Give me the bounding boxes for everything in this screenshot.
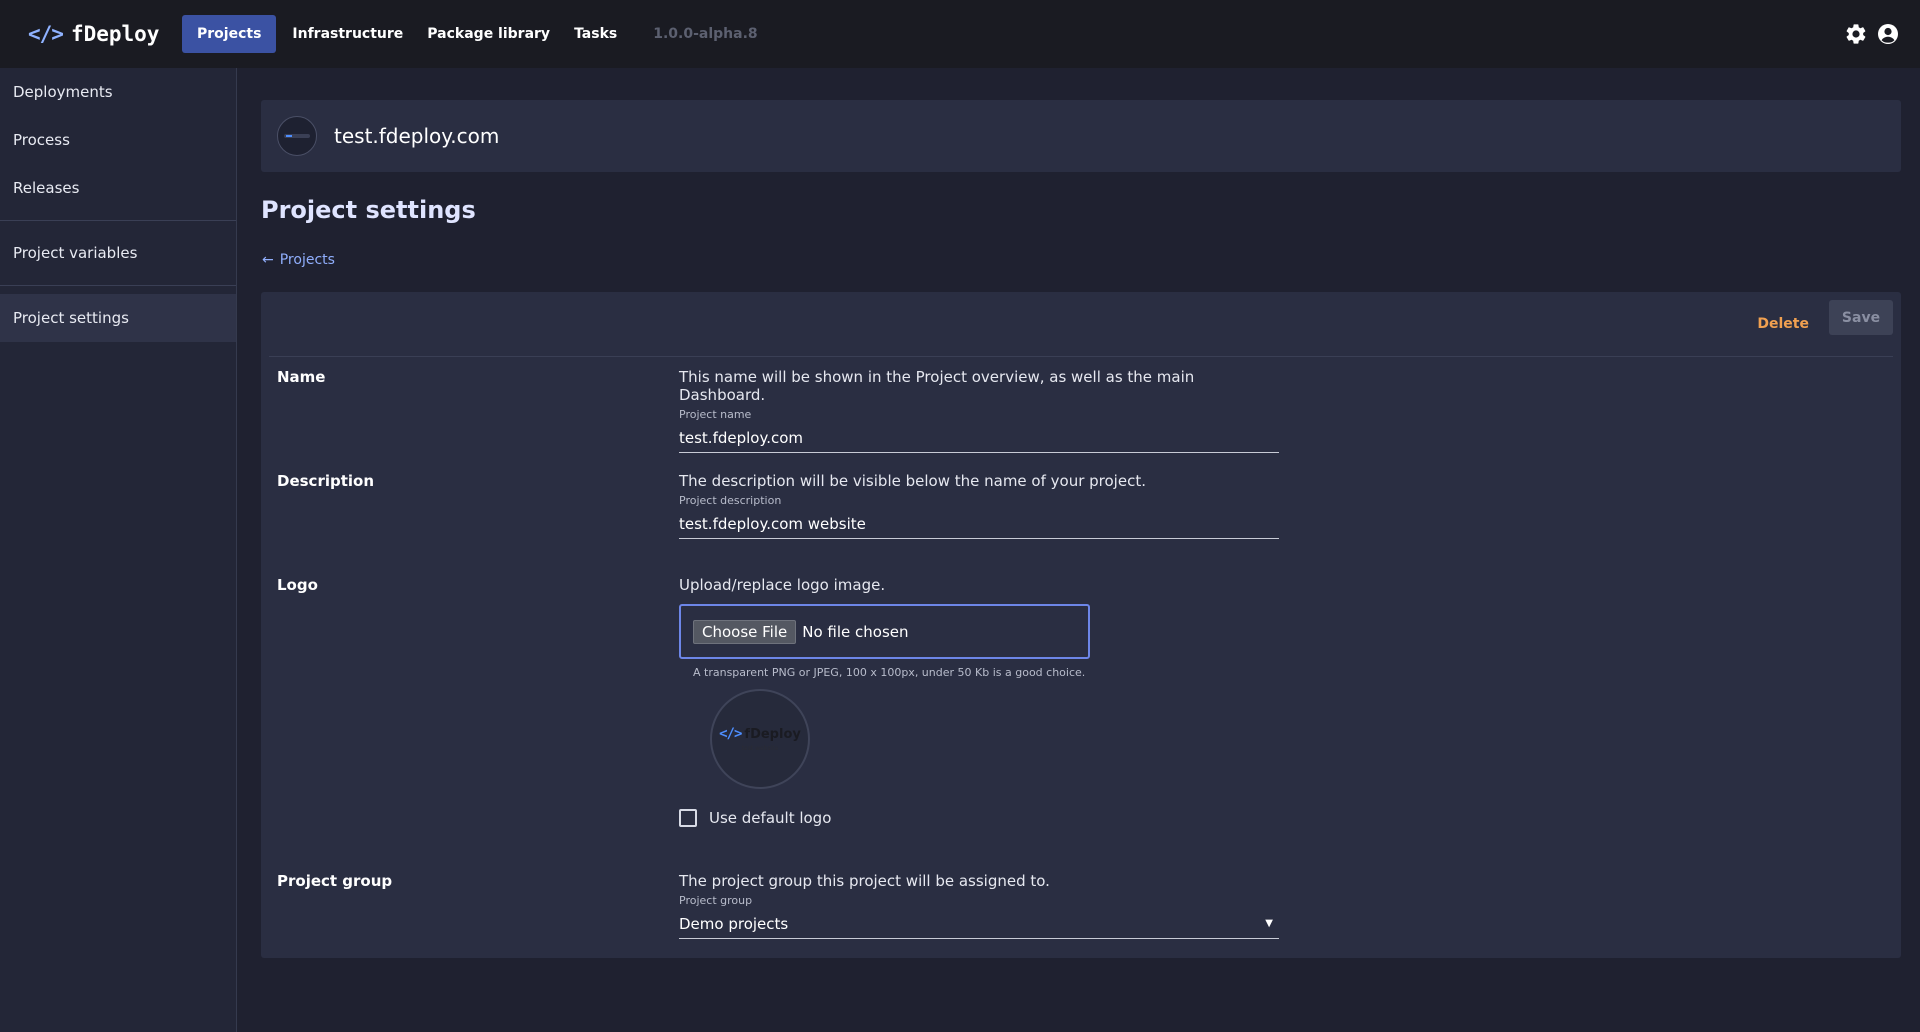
project-logo-thumbnail [277,116,317,156]
settings-card: Delete Save Name This name will be shown… [261,292,1901,958]
sidebar-item-project-settings[interactable]: Project settings [0,294,236,342]
logo-preview: </> fDeploy test website [710,689,810,789]
project-group-help-text: The project group this project will be a… [679,872,1050,890]
page-title: Project settings [261,196,476,224]
back-link-label: Projects [279,252,335,268]
brand-name: fDeploy [70,22,160,46]
project-name-input[interactable]: test.fdeploy.com [679,423,1279,453]
use-default-logo-option[interactable]: Use default logo [679,809,1279,827]
back-to-projects-link[interactable]: ← Projects [262,252,335,268]
name-field-group: This name will be shown in the Project o… [679,368,1279,453]
logo-label: Logo [277,576,318,594]
arrow-left-icon: ← [262,252,274,268]
code-icon: </> [28,22,64,46]
logo-preview-mark: </> fDeploy [719,726,801,742]
caret-down-icon: ▼ [1265,918,1273,929]
file-status-text: No file chosen [802,622,909,641]
use-default-logo-checkbox[interactable] [679,809,697,827]
nav-projects[interactable]: Projects [182,15,277,53]
sidebar-divider [0,220,236,221]
project-group-caption: Project group [679,894,753,907]
project-group-field-group: The project group this project will be a… [679,872,1279,939]
project-group-label: Project group [277,872,393,890]
logo-preview-name: fDeploy [744,726,801,742]
nav-package-library[interactable]: Package library [415,15,562,53]
sidebar: Deployments Process Releases Project var… [0,68,237,1032]
sidebar-item-project-variables[interactable]: Project variables [0,229,236,277]
project-header: test.fdeploy.com [261,100,1901,172]
top-navigation-bar: </> fDeploy Projects Infrastructure Pack… [0,0,1920,68]
logo-preview-subtitle: test website [741,745,779,752]
sidebar-item-releases[interactable]: Releases [0,164,236,212]
brand-logo[interactable]: </> fDeploy [28,22,182,46]
project-name-caption: Project name [679,408,752,421]
name-label: Name [277,368,326,386]
project-logo-mark-icon [284,134,310,138]
name-help-text: This name will be shown in the Project o… [679,368,1195,404]
gear-icon[interactable] [1844,22,1868,46]
project-description-caption: Project description [679,494,782,507]
description-label: Description [277,472,375,490]
top-icons [1836,22,1900,46]
logo-file-input[interactable]: Choose File No file chosen [679,604,1090,659]
main-nav: Projects Infrastructure Package library … [182,15,758,53]
logo-help-text: Upload/replace logo image. [679,576,886,594]
nav-infrastructure[interactable]: Infrastructure [280,15,415,53]
choose-file-button[interactable]: Choose File [693,619,797,644]
save-button[interactable]: Save [1829,300,1893,335]
sidebar-item-deployments[interactable]: Deployments [0,68,236,116]
project-description-input[interactable]: test.fdeploy.com website [679,509,1279,539]
delete-button[interactable]: Delete [1757,309,1809,339]
project-group-select[interactable]: Demo projects ▼ [679,909,1279,939]
sidebar-item-process[interactable]: Process [0,116,236,164]
description-field-group: The description will be visible below th… [679,472,1279,539]
logo-field-group: Upload/replace logo image. Choose File N… [679,576,1279,827]
version-label: 1.0.0-alpha.8 [653,26,758,42]
code-icon: </> [719,726,742,742]
project-title: test.fdeploy.com [334,124,500,148]
sidebar-divider [0,285,236,286]
use-default-logo-label[interactable]: Use default logo [709,809,831,827]
logo-hint-text: A transparent PNG or JPEG, 100 x 100px, … [693,666,1086,679]
nav-tasks[interactable]: Tasks [562,15,629,53]
user-account-icon[interactable] [1876,22,1900,46]
project-group-selected-value: Demo projects [679,914,789,933]
description-help-text: The description will be visible below th… [679,472,1146,490]
card-toolbar: Delete Save [269,292,1893,357]
